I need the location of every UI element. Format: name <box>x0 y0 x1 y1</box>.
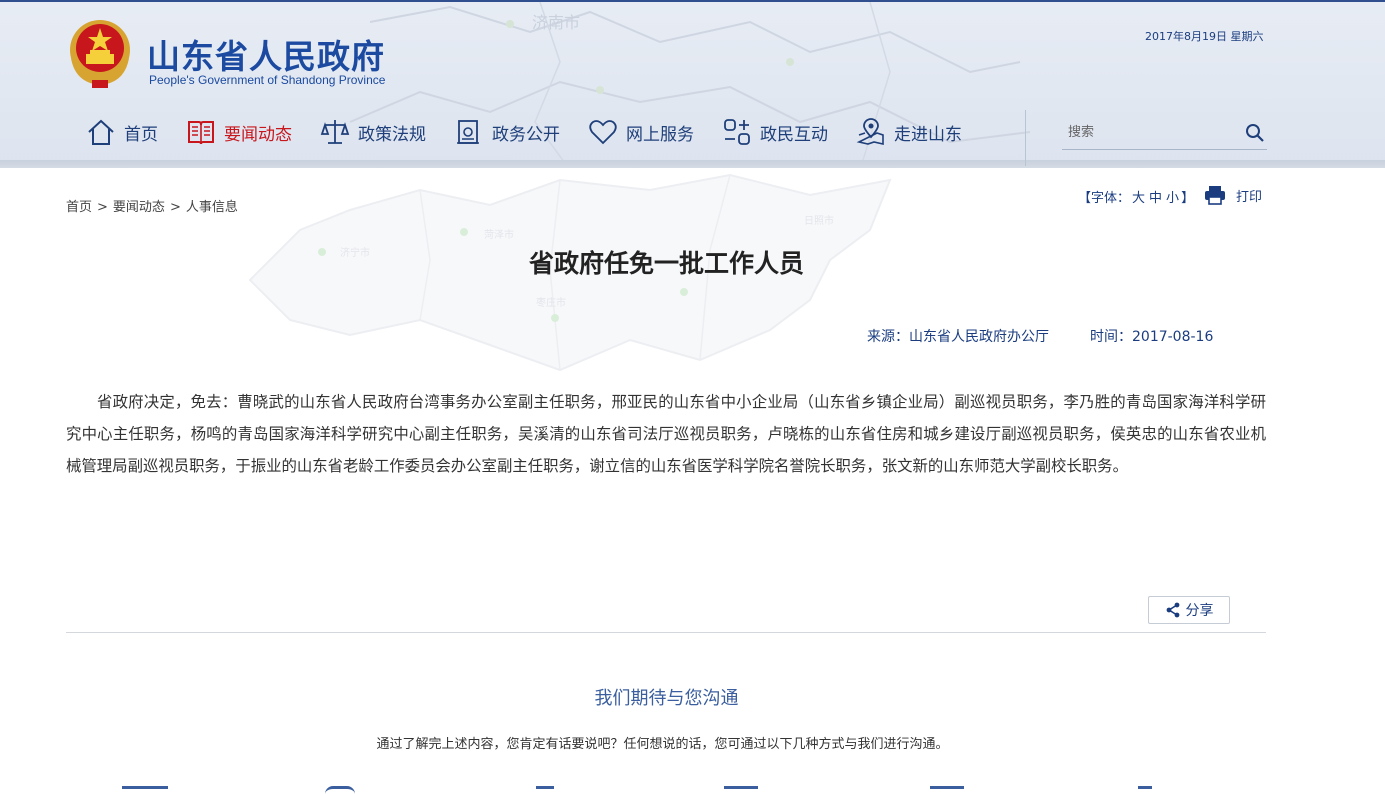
nav-item-news[interactable]: 要闻动态 <box>186 114 292 150</box>
header-bottom-band <box>0 160 1385 168</box>
nav-item-label: 要闻动态 <box>224 124 292 145</box>
breadcrumb-separator: > <box>169 200 181 215</box>
print-label: 打印 <box>1236 189 1263 205</box>
breadcrumb-separator: > <box>97 200 108 215</box>
nav-item-label: 政策法规 <box>358 124 426 145</box>
document-stamp-icon <box>457 120 479 144</box>
search-icon[interactable] <box>1245 123 1265 143</box>
contact-icon-top[interactable] <box>930 786 964 794</box>
interaction-icon <box>724 119 750 145</box>
font-size-medium[interactable]: 中 <box>1149 191 1162 206</box>
nav-item-label: 首页 <box>124 124 158 145</box>
contact-icons-row <box>0 786 1385 794</box>
article-source: 来源：山东省人民政府办公厅 <box>867 329 1049 345</box>
contact-icon-top[interactable] <box>536 786 554 794</box>
breadcrumb-news[interactable]: 要闻动态 <box>113 200 165 215</box>
share-button[interactable]: 分享 <box>1148 596 1230 624</box>
font-size-small[interactable]: 小 <box>1166 191 1179 206</box>
contact-description: 通过了解完上述内容，您肯定有话要说吧？任何想说的话，您可通过以下几种方式与我们进… <box>376 737 949 752</box>
font-size-large[interactable]: 大 <box>1132 191 1145 206</box>
nav-item-label: 网上服务 <box>626 124 694 145</box>
font-size-control: 【字体：大中小】 <box>1078 187 1194 206</box>
article-body: 省政府决定，免去：曹晓武的山东省人民政府台湾事务办公室副主任职务，邢亚民的山东省… <box>66 393 1266 475</box>
header-map-label: 济南市 <box>532 13 580 32</box>
breadcrumb-personnel[interactable]: 人事信息 <box>186 200 238 215</box>
nav-item-label: 政民互动 <box>760 124 828 145</box>
article-title: 省政府任免一批工作人员 <box>528 249 804 278</box>
breadcrumb: 首页 > 要闻动态 > 人事信息 <box>66 196 238 215</box>
home-icon <box>88 119 114 145</box>
contact-icon-top[interactable] <box>325 786 355 794</box>
contact-title: 我们期待与您沟通 <box>594 688 739 709</box>
contact-icon-top[interactable] <box>1138 786 1152 794</box>
site-subtitle: People's Government of Shandong Province <box>149 73 386 87</box>
article-divider <box>66 632 1266 633</box>
share-label: 分享 <box>1185 603 1214 619</box>
font-size-suffix: 】 <box>1181 191 1195 206</box>
current-date: 2017年8月19日 星期六 <box>1145 30 1264 43</box>
share-icon <box>1166 602 1179 618</box>
site-title[interactable]: 山东省人民政府 <box>147 30 385 78</box>
font-size-prefix: 【字体： <box>1078 191 1131 206</box>
nav-item-affairs[interactable]: 政务公开 <box>454 114 560 150</box>
printer-icon <box>1205 186 1225 205</box>
contact-icon-top[interactable] <box>122 786 168 794</box>
nav-item-policy[interactable]: 政策法规 <box>320 114 426 150</box>
contact-icon-top[interactable] <box>724 786 758 794</box>
map-label: 日照市 <box>804 214 834 227</box>
nav-item-label: 走进山东 <box>894 124 962 145</box>
nav-divider <box>1025 110 1026 166</box>
heart-icon <box>589 120 617 145</box>
article-time: 时间：2017-08-16 <box>1090 329 1214 345</box>
nav-item-online-service[interactable]: 网上服务 <box>588 114 694 150</box>
main-nav: 首页 要闻动态 政策法规 政务公开 网上服务 政民互动 走进山东 <box>86 114 990 150</box>
map-label: 菏泽市 <box>484 228 514 241</box>
site-header: 济南市 山东省人民政府 People's Government of Shand… <box>0 0 1385 168</box>
nav-item-home[interactable]: 首页 <box>86 114 158 150</box>
shandong-map-watermark: 济宁市 菏泽市 枣庄市 日照市 <box>248 173 892 372</box>
nav-item-label: 政务公开 <box>492 124 560 145</box>
nav-item-interaction[interactable]: 政民互动 <box>722 114 828 150</box>
search-box <box>1062 116 1267 150</box>
national-emblem-icon <box>70 20 130 88</box>
search-input[interactable] <box>1062 116 1232 148</box>
scales-icon <box>320 120 350 144</box>
print-button[interactable]: 打印 <box>1204 185 1262 205</box>
nav-item-shandong[interactable]: 走进山东 <box>856 114 962 150</box>
news-book-icon <box>188 121 214 145</box>
breadcrumb-home[interactable]: 首页 <box>66 200 92 215</box>
map-pin-icon <box>856 118 884 145</box>
map-label: 枣庄市 <box>536 296 566 309</box>
